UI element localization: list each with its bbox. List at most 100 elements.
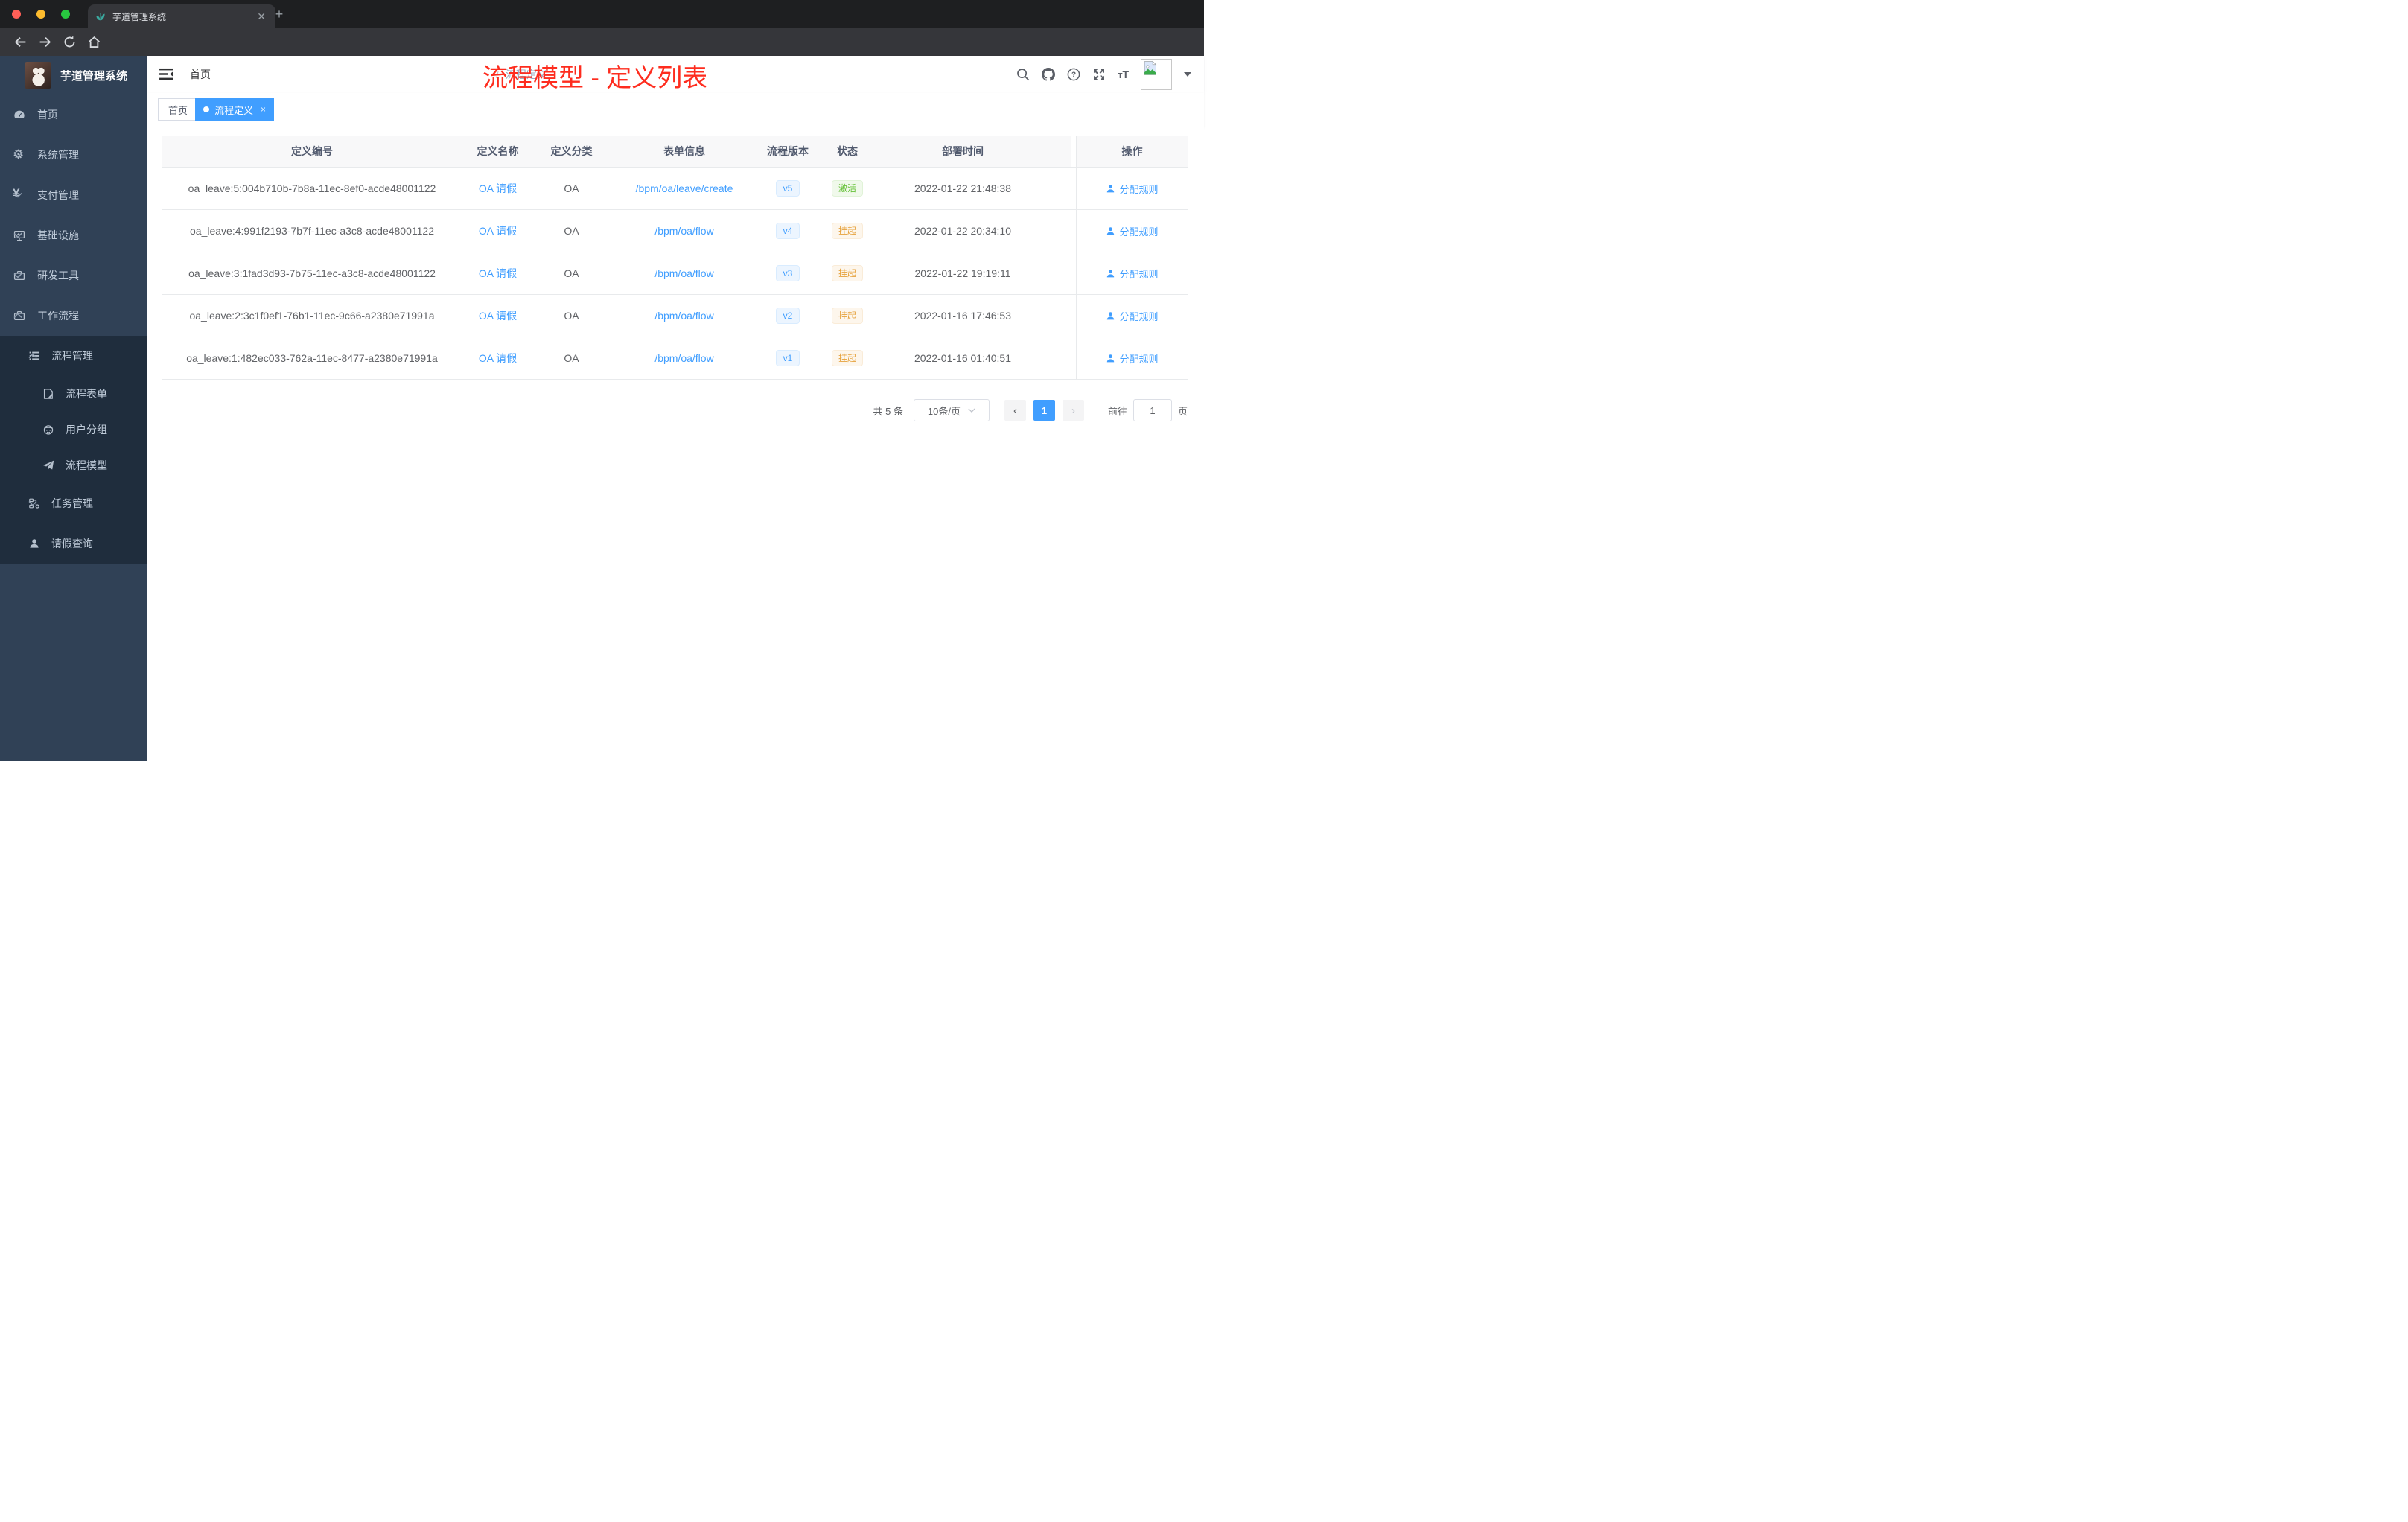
sidebar: 芋道管理系统 首页 ⚙ 系统管理 ¥ 支付管理 基础设施 研发工具 工作流程 流… [0, 56, 147, 761]
sidebar-item-payment[interactable]: ¥ 支付管理 [0, 175, 147, 215]
macos-close-button[interactable] [12, 10, 21, 19]
logo-avatar [25, 62, 51, 89]
new-tab-button[interactable]: + [271, 6, 287, 22]
assign-rule-button[interactable]: 分配规则 [1106, 351, 1159, 366]
column-header-definition-id: 定义编号 [291, 145, 333, 157]
assign-rule-button[interactable]: 分配规则 [1106, 224, 1159, 238]
plant-favicon-icon [95, 11, 106, 22]
sidebar-item-label: 请假查询 [51, 538, 93, 550]
home-icon[interactable] [87, 35, 101, 49]
sidebar-item-user-group[interactable]: 用户分组 [0, 412, 147, 448]
sidebar-item-process-model[interactable]: 流程模型 [0, 448, 147, 483]
back-icon[interactable] [13, 35, 28, 49]
column-header-status: 状态 [837, 145, 858, 157]
github-icon[interactable] [1042, 68, 1056, 81]
status-badge: 挂起 [831, 350, 863, 366]
sidebar-logo[interactable]: 芋道管理系统 [0, 56, 147, 95]
reload-icon[interactable] [63, 35, 77, 49]
tab-close-icon[interactable]: ✕ [255, 10, 268, 23]
sidebar-item-dev-tools[interactable]: 研发工具 [0, 255, 147, 296]
form-link[interactable]: /bpm/oa/flow [654, 225, 713, 237]
definition-name-link[interactable]: OA 请假 [479, 308, 517, 323]
column-header-actions: 操作 [1121, 145, 1143, 157]
sidebar-item-leave-query[interactable]: 请假查询 [0, 523, 147, 564]
assign-user-icon [1106, 311, 1115, 321]
main-content: 定义编号 定义名称 定义分类 表单信息 流程版本 状态 部署时间 操作 oa_l… [147, 127, 1204, 761]
cell-category: OA [564, 182, 579, 194]
user-icon [28, 538, 40, 550]
version-badge: v4 [775, 223, 800, 239]
column-header-form-info: 表单信息 [663, 145, 705, 157]
search-icon[interactable] [1016, 68, 1030, 81]
column-header-definition-name: 定义名称 [477, 145, 519, 157]
table-row: oa_leave:4:991f2193-7b7f-11ec-a3c8-acde4… [162, 210, 1188, 252]
cell-category: OA [564, 267, 579, 279]
prev-page-button[interactable]: ‹ [1004, 400, 1026, 421]
tag-process-definition-active[interactable]: 流程定义 × [195, 98, 275, 121]
avatar-dropdown-caret-icon[interactable] [1184, 72, 1191, 77]
cell-category: OA [564, 352, 579, 364]
browser-tab[interactable]: 芋道管理系统 ✕ [88, 4, 275, 28]
forward-icon[interactable] [38, 35, 52, 49]
active-tag-dot [203, 106, 209, 112]
status-badge: 激活 [831, 180, 863, 197]
breadcrumb-home[interactable]: 首页 [190, 67, 489, 82]
user-avatar[interactable] [1141, 59, 1172, 90]
sidebar-item-process-management[interactable]: 流程管理 [0, 336, 147, 376]
tag-home[interactable]: 首页 [158, 98, 199, 121]
status-badge: 挂起 [831, 265, 863, 281]
status-badge: 挂起 [831, 308, 863, 324]
tags-view-bar: 首页 流程定义 × [147, 93, 1204, 127]
fullscreen-icon[interactable] [1092, 68, 1106, 81]
assign-user-icon [1106, 226, 1115, 236]
definition-name-link[interactable]: OA 请假 [479, 223, 517, 238]
sidebar-item-label: 首页 [37, 109, 58, 121]
cell-category: OA [564, 310, 579, 322]
robot-icon [42, 424, 54, 436]
cell-deploy-time: 2022-01-16 01:40:51 [914, 352, 1011, 364]
current-page-button[interactable]: 1 [1033, 400, 1055, 421]
cell-deploy-time: 2022-01-22 20:34:10 [914, 225, 1011, 237]
pagination-total: 共 5 条 [873, 405, 903, 417]
version-badge: v5 [775, 180, 800, 197]
sidebar-item-label: 任务管理 [51, 497, 93, 509]
table-row: oa_leave:2:3c1f0ef1-76b1-11ec-9c66-a2380… [162, 295, 1188, 337]
assign-rule-button[interactable]: 分配规则 [1106, 182, 1159, 196]
macos-zoom-button[interactable] [61, 10, 70, 19]
sidebar-item-task-management[interactable]: 任务管理 [0, 483, 147, 523]
chevron-down-icon [13, 152, 22, 158]
chevron-up-icon [28, 353, 37, 359]
sidebar-item-workflow[interactable]: 工作流程 [0, 296, 147, 336]
page-size-select[interactable]: 10条/页 [913, 399, 990, 421]
assign-user-icon [1106, 354, 1115, 363]
sidebar-item-label: 工作流程 [37, 310, 79, 322]
goto-page-input[interactable] [1133, 399, 1172, 421]
macos-minimize-button[interactable] [36, 10, 45, 19]
font-size-icon[interactable]: TT [1118, 69, 1129, 80]
definition-name-link[interactable]: OA 请假 [479, 266, 517, 281]
sidebar-fold-icon[interactable] [159, 68, 173, 80]
sidebar-item-home[interactable]: 首页 [0, 95, 147, 135]
form-link[interactable]: /bpm/oa/flow [654, 310, 713, 322]
cell-definition-id: oa_leave:5:004b710b-7b8a-11ec-8ef0-acde4… [188, 182, 436, 194]
cell-category: OA [564, 225, 579, 237]
form-link[interactable]: /bpm/oa/flow [654, 267, 713, 279]
next-page-button[interactable]: › [1062, 400, 1084, 421]
tag-close-icon[interactable]: × [261, 104, 266, 115]
form-link[interactable]: /bpm/oa/flow [654, 352, 713, 364]
sidebar-item-label: 流程模型 [66, 459, 107, 471]
sidebar-item-infrastructure[interactable]: 基础设施 [0, 215, 147, 255]
assign-rule-button[interactable]: 分配规则 [1106, 309, 1159, 323]
sidebar-item-label: 用户分组 [66, 424, 107, 436]
sidebar-item-process-form[interactable]: 流程表单 [0, 376, 147, 412]
assign-rule-button[interactable]: 分配规则 [1106, 267, 1159, 281]
sidebar-item-system[interactable]: ⚙ 系统管理 [0, 135, 147, 175]
form-link[interactable]: /bpm/oa/leave/create [636, 182, 733, 194]
workflow-submenu: 流程管理 流程表单 用户分组 流程模型 任务管理 请假查询 [0, 336, 147, 564]
definition-name-link[interactable]: OA 请假 [479, 181, 517, 196]
table-header-row: 定义编号 定义名称 定义分类 表单信息 流程版本 状态 部署时间 操作 [162, 136, 1188, 168]
sidebar-item-label: 基础设施 [37, 229, 79, 241]
help-icon[interactable]: ? [1067, 68, 1080, 81]
definition-name-link[interactable]: OA 请假 [479, 351, 517, 366]
chevron-down-icon [28, 500, 37, 506]
